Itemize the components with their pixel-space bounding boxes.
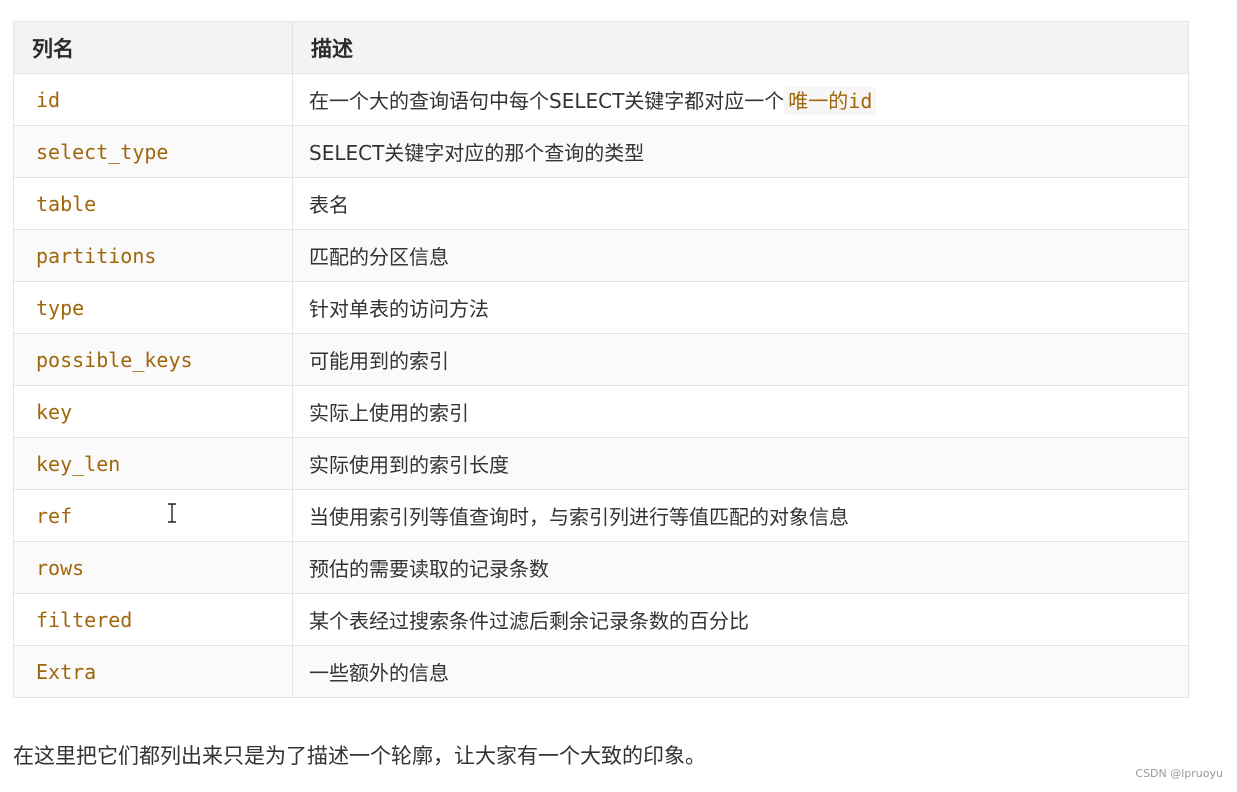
row-description: 一些额外的信息 <box>292 645 1189 698</box>
inline-code: 唯一的id <box>784 87 877 115</box>
row-description: 预估的需要读取的记录条数 <box>292 541 1189 594</box>
row-column-name: select_type <box>13 125 293 178</box>
row-column-name: key <box>13 385 293 438</box>
table-row: Extra 一些额外的信息 <box>13 645 1189 698</box>
table-row: table 表名 <box>13 177 1189 230</box>
row-description: 实际上使用的索引 <box>292 385 1189 438</box>
table-row: key 实际上使用的索引 <box>13 385 1189 438</box>
row-description: 某个表经过搜索条件过滤后剩余记录条数的百分比 <box>292 593 1189 646</box>
row-description: 当使用索引列等值查询时，与索引列进行等值匹配的对象信息 <box>292 489 1189 542</box>
row-column-name: ref <box>13 489 293 542</box>
text-cursor-icon <box>168 503 176 523</box>
row-column-name: Extra <box>13 645 293 698</box>
explain-columns-table: 列名 描述 id 在一个大的查询语句中每个SELECT关键字都对应一个 唯一的id… <box>13 21 1189 698</box>
row-description: 针对单表的访问方法 <box>292 281 1189 334</box>
row-description: 在一个大的查询语句中每个SELECT关键字都对应一个 唯一的id <box>292 73 1189 126</box>
table-row: rows 预估的需要读取的记录条数 <box>13 541 1189 594</box>
table-row: id 在一个大的查询语句中每个SELECT关键字都对应一个 唯一的id <box>13 73 1189 126</box>
table-header-row: 列名 描述 <box>13 21 1189 74</box>
summary-paragraph: 在这里把它们都列出来只是为了描述一个轮廓，让大家有一个大致的印象。 <box>13 744 706 768</box>
table-row: filtered 某个表经过搜索条件过滤后剩余记录条数的百分比 <box>13 593 1189 646</box>
table-row: partitions 匹配的分区信息 <box>13 229 1189 282</box>
row-column-name: partitions <box>13 229 293 282</box>
row-column-name: type <box>13 281 293 334</box>
row-description: SELECT关键字对应的那个查询的类型 <box>292 125 1189 178</box>
row-description: 表名 <box>292 177 1189 230</box>
description-text: 在一个大的查询语句中每个SELECT关键字都对应一个 <box>309 89 785 113</box>
row-column-name: rows <box>13 541 293 594</box>
table-row: type 针对单表的访问方法 <box>13 281 1189 334</box>
row-column-name: table <box>13 177 293 230</box>
header-column-name: 列名 <box>13 21 293 74</box>
table-row: possible_keys 可能用到的索引 <box>13 333 1189 386</box>
table-row: ref 当使用索引列等值查询时，与索引列进行等值匹配的对象信息 <box>13 489 1189 542</box>
table-row: select_type SELECT关键字对应的那个查询的类型 <box>13 125 1189 178</box>
row-description: 实际使用到的索引长度 <box>292 437 1189 490</box>
row-column-name: key_len <box>13 437 293 490</box>
header-description: 描述 <box>292 21 1189 74</box>
table-row: key_len 实际使用到的索引长度 <box>13 437 1189 490</box>
row-column-name: filtered <box>13 593 293 646</box>
row-column-name: possible_keys <box>13 333 293 386</box>
row-description: 匹配的分区信息 <box>292 229 1189 282</box>
row-column-name: id <box>13 73 293 126</box>
row-description: 可能用到的索引 <box>292 333 1189 386</box>
watermark: CSDN @lpruoyu <box>1135 767 1223 780</box>
